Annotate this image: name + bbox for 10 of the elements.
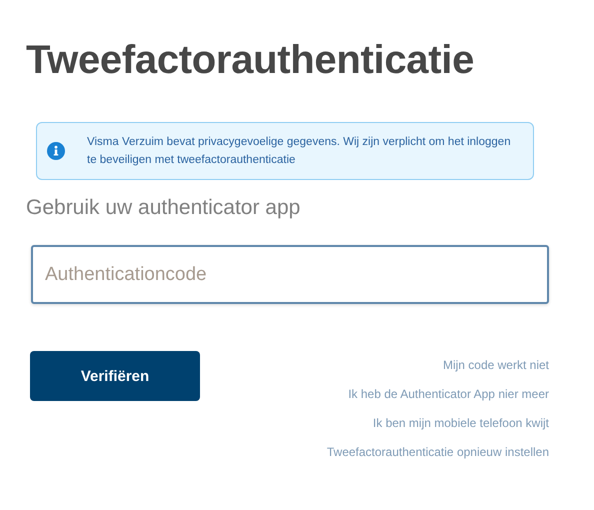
info-icon (47, 142, 65, 160)
help-link[interactable]: Ik ben mijn mobiele telefoon kwijt (372, 415, 549, 432)
help-link[interactable]: Mijn code werkt niet (442, 357, 549, 374)
page-title: Tweefactorauthenticatie (26, 37, 474, 84)
notice-text: Visma Verzuim bevat privacygevoelige gegevens. Wij zijn verplicht om het inloggen te beveiligen met tweefactorauthenticatie (87, 135, 512, 168)
section-heading: Gebruik uw authenticator app (26, 196, 300, 220)
help-link[interactable]: Tweefactorauthenticatie opnieuw instellen (326, 444, 549, 461)
code-input-field[interactable]: Authenticationcode (31, 245, 549, 304)
help-link[interactable]: Ik heb de Authenticator App nier meer (348, 386, 549, 403)
verify-button[interactable]: Verifiëren (30, 351, 200, 401)
